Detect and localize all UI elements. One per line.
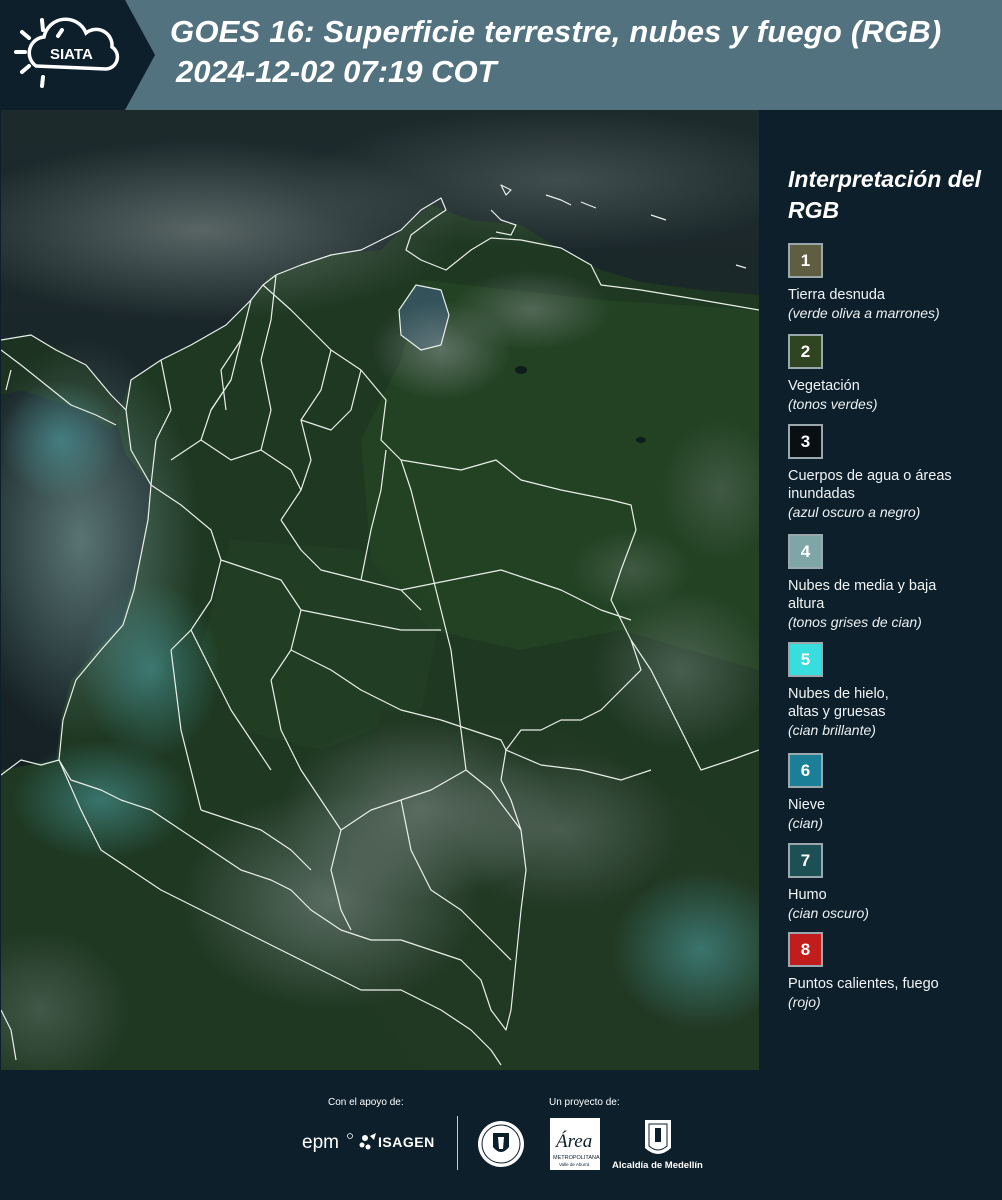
- epm-logo-graphic: epm: [302, 1132, 353, 1153]
- isagen-logo-text: ISAGEN: [378, 1134, 435, 1150]
- legend-item-ice-clouds: 5 Nubes de hielo, altas y gruesas (cian …: [788, 642, 998, 739]
- area-logo-subtext: METROPOLITANA: [553, 1155, 600, 1161]
- legend-item-low-clouds: 4 Nubes de media y baja altura (tonos gr…: [788, 534, 998, 631]
- legend-desc-3: (azul oscuro a negro): [788, 504, 921, 520]
- siata-logo-graphic: SIATA: [0, 0, 155, 110]
- legend-item-vegetation: 2 Vegetación (tonos verdes): [788, 334, 998, 413]
- support-caption: Con el apoyo de:: [328, 1097, 404, 1108]
- legend-desc-4: (tonos grises de cian): [788, 614, 922, 630]
- footer-divider: [457, 1116, 458, 1170]
- siata-logo-text: SIATA: [50, 46, 93, 63]
- legend-item-bare-soil: 1 Tierra desnuda (verde oliva a marrones…: [788, 243, 998, 322]
- legend-desc-8: (rojo): [788, 994, 821, 1010]
- legend-item-smoke: 7 Humo (cian oscuro): [788, 843, 998, 922]
- area-logo-text: Área: [554, 1130, 592, 1152]
- page-title: GOES 16: Superficie terrestre, nubes y f…: [170, 14, 942, 49]
- isagen-logo: ISAGEN: [358, 1130, 442, 1159]
- legend-label-2: Vegetación: [788, 378, 860, 394]
- legend-desc-7: (cian oscuro): [788, 905, 869, 921]
- legend-desc-5: (cian brillante): [788, 722, 876, 738]
- alcaldia-medellin-graphic: Alcaldía de Medellín: [612, 1120, 703, 1171]
- legend-item-water: 3 Cuerpos de agua o áreas inundadas (azu…: [788, 424, 998, 521]
- alcaldia-logo-text: Alcaldía de Medellín: [612, 1160, 703, 1171]
- legend-panel: Interpretación del RGB 1 Tierra desnuda …: [760, 110, 1002, 1070]
- legend-label-5: Nubes de hielo, altas y gruesas: [788, 686, 889, 720]
- area-metropolitana-logo: Área METROPOLITANA Valle de Aburrá: [550, 1118, 600, 1175]
- legend-desc-2: (tonos verdes): [788, 396, 878, 412]
- legend-desc-6: (cian): [788, 815, 824, 831]
- legend-swatch-5: 5: [788, 642, 823, 677]
- legend-swatch-8: 8: [788, 932, 823, 967]
- alcaldia-medellin-logo: Alcaldía de Medellín: [612, 1118, 704, 1177]
- isagen-logo-graphic: ISAGEN: [359, 1133, 435, 1150]
- legend-desc-1: (verde oliva a marrones): [788, 305, 940, 321]
- epm-logo: epm: [302, 1130, 354, 1159]
- legend-label-8: Puntos calientes, fuego: [788, 976, 939, 992]
- legend-label-6: Nieve: [788, 797, 826, 813]
- area-logo-subtext2: Valle de Aburrá: [559, 1162, 590, 1167]
- legend-label-7: Humo: [788, 887, 827, 903]
- legend-label-3: Cuerpos de agua o áreas inundadas: [788, 468, 952, 502]
- legend-item-fire: 8 Puntos calientes, fuego (rojo): [788, 932, 998, 1011]
- epm-logo-text: epm: [302, 1132, 339, 1153]
- legend-swatch-4: 4: [788, 534, 823, 569]
- legend-swatch-2: 2: [788, 334, 823, 369]
- legend-item-snow: 6 Nieve (cian): [788, 753, 998, 832]
- siata-logo: SIATA: [0, 0, 155, 110]
- satellite-image: [1, 110, 759, 1070]
- antioquia-seal-graphic: [478, 1121, 524, 1167]
- page-timestamp: 2024-12-02 07:19 COT: [176, 54, 497, 89]
- legend-swatch-1: 1: [788, 243, 823, 278]
- area-metropolitana-graphic: Área METROPOLITANA Valle de Aburrá: [550, 1118, 600, 1170]
- legend-swatch-7: 7: [788, 843, 823, 878]
- footer-sponsors: Con el apoyo de: Un proyecto de: epm ISA…: [0, 1070, 1002, 1200]
- header-bar: SIATA GOES 16: Superficie terrestre, nub…: [0, 0, 1002, 110]
- legend-label-1: Tierra desnuda: [788, 287, 885, 303]
- antioquia-seal-logo: [476, 1119, 526, 1174]
- legend-title: Interpretación del RGB: [788, 166, 981, 223]
- rgb-satellite-map: [1, 110, 759, 1070]
- legend-swatch-3: 3: [788, 424, 823, 459]
- legend-swatch-6: 6: [788, 753, 823, 788]
- project-caption: Un proyecto de:: [549, 1097, 620, 1108]
- legend-label-4: Nubes de media y baja altura: [788, 578, 937, 612]
